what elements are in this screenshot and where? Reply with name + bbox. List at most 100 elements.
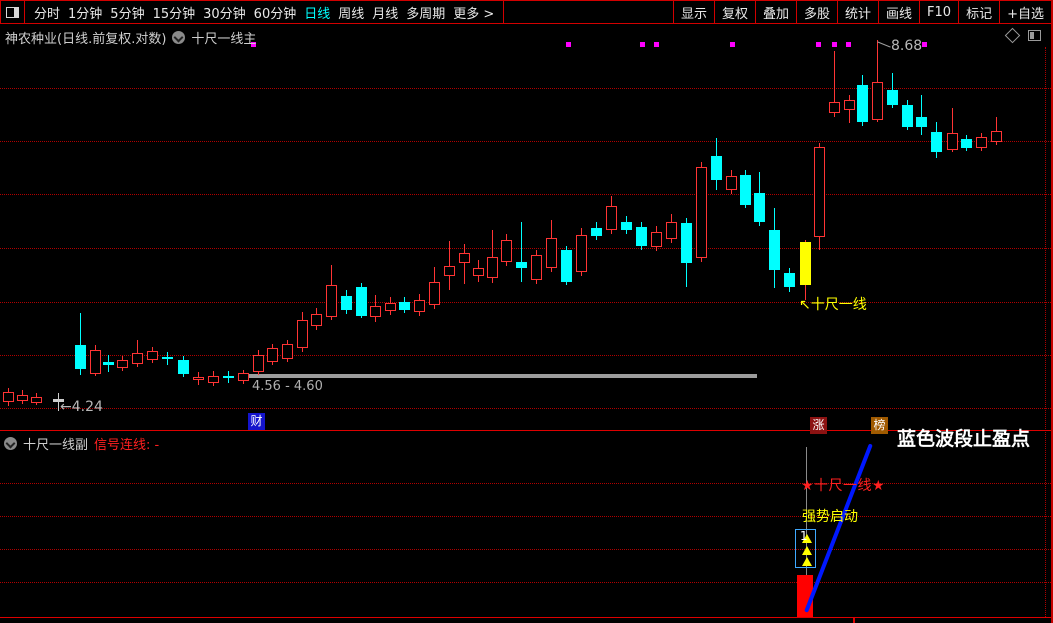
kline-signal-label: ↖十尺一线	[799, 297, 867, 313]
candle	[784, 273, 795, 287]
signal-dot	[566, 42, 571, 47]
grid-line-sub	[0, 549, 1051, 550]
period-tab-8[interactable]: 月线	[368, 3, 402, 22]
chart-title: 神农种业(日线.前复权.对数)	[5, 32, 167, 47]
candle	[976, 137, 987, 148]
candle	[591, 228, 602, 236]
grid-line-right	[1045, 47, 1046, 617]
candle	[370, 306, 381, 317]
launch-signal-label: 强势启动	[802, 509, 858, 525]
box-level-line	[248, 374, 757, 378]
candle	[75, 345, 86, 369]
candle	[3, 392, 14, 402]
candle	[621, 222, 632, 230]
period-tab-10[interactable]: 更多 >	[449, 3, 498, 22]
candle	[726, 176, 737, 190]
candle	[193, 377, 204, 380]
diamond-icon[interactable]	[1004, 27, 1021, 44]
grid-line-sub	[0, 483, 1051, 484]
period-tab-7[interactable]: 周线	[334, 3, 368, 22]
period-tab-4[interactable]: 30分钟	[199, 3, 250, 22]
multi-stock-button[interactable]: 多股	[796, 1, 837, 23]
period-tab-9[interactable]: 多周期	[402, 3, 449, 22]
f10-button[interactable]: F10	[919, 1, 958, 23]
candle	[117, 360, 128, 368]
buy-triangle-icon	[802, 557, 812, 566]
candle	[487, 257, 498, 278]
candle	[429, 282, 440, 305]
candle	[561, 250, 572, 282]
signal-dot	[654, 42, 659, 47]
candle	[651, 232, 662, 247]
period-tab-6[interactable]: 日线	[300, 3, 334, 22]
candle	[902, 105, 913, 127]
candle	[238, 373, 249, 381]
panel-layout-icon[interactable]	[1028, 30, 1041, 41]
candle	[814, 147, 825, 237]
candle-wick	[58, 393, 59, 411]
collapse-chevron-icon[interactable]	[172, 31, 186, 44]
candle	[991, 131, 1002, 142]
buy-triangle-icon	[802, 546, 812, 555]
candle	[17, 395, 28, 401]
window-layout-button[interactable]	[0, 1, 25, 23]
candle	[844, 100, 855, 110]
limit-up-badge: 涨	[810, 417, 827, 434]
period-tab-2[interactable]: 5分钟	[106, 3, 148, 22]
candle	[31, 397, 42, 403]
candle	[636, 227, 647, 246]
candle	[326, 285, 337, 317]
sub-baseline	[0, 617, 1051, 618]
candle	[311, 314, 322, 326]
grid-line-main	[0, 88, 1051, 89]
period-tab-1[interactable]: 1分钟	[64, 3, 106, 22]
grid-line-main	[0, 194, 1051, 195]
high-price-pointer	[877, 41, 891, 48]
overlay-button[interactable]: 叠加	[754, 1, 796, 23]
grid-line-main	[0, 248, 1051, 249]
period-tab-0[interactable]: 分时	[30, 3, 64, 22]
statistics-button[interactable]: 统计	[837, 1, 878, 23]
signal-dot	[816, 42, 821, 47]
candle	[857, 85, 868, 122]
low-price-label: ←4.24	[60, 399, 103, 415]
tdx-chart-window: 分时 1分钟 5分钟 15分钟 30分钟 60分钟 日线 周线 月线 多周期 更多 > 显示 复权 叠加…	[0, 0, 1053, 623]
candle	[961, 139, 972, 148]
grid-line-main	[0, 141, 1051, 142]
collapse-chevron-icon[interactable]	[4, 437, 17, 450]
signal-count-label: 1	[800, 529, 808, 543]
period-tab-5[interactable]: 60分钟	[250, 3, 301, 22]
candle	[887, 90, 898, 105]
candle-wick	[921, 95, 922, 135]
candle	[282, 344, 293, 359]
candle	[341, 296, 352, 310]
sub-indicator-label: 十尺一线副	[23, 438, 89, 453]
finance-badge: 财	[248, 413, 265, 430]
candle	[696, 167, 707, 258]
candle	[666, 222, 677, 239]
display-button[interactable]: 显示	[672, 1, 714, 23]
time-axis-tick	[853, 618, 855, 623]
candle	[132, 353, 143, 364]
candle-wick	[464, 244, 465, 284]
candle	[800, 242, 811, 285]
candle	[459, 253, 470, 263]
title-right-icons	[1004, 27, 1041, 44]
candle	[606, 206, 617, 230]
period-tab-3[interactable]: 15分钟	[149, 3, 200, 22]
add-watchlist-button[interactable]: +自选	[999, 1, 1051, 23]
adjust-rights-button[interactable]: 复权	[713, 1, 755, 23]
blue-trend-line	[804, 443, 873, 613]
candle	[297, 320, 308, 348]
panel-divider	[0, 430, 1051, 431]
candle	[385, 303, 396, 311]
draw-line-button[interactable]: 画线	[878, 1, 919, 23]
candle	[872, 82, 883, 120]
mark-button[interactable]: 标记	[958, 1, 999, 23]
candle	[253, 355, 264, 372]
candle	[147, 351, 158, 360]
candle	[267, 348, 278, 362]
candle-wick	[521, 222, 522, 282]
candle	[90, 350, 101, 374]
signal-dot	[730, 42, 735, 47]
